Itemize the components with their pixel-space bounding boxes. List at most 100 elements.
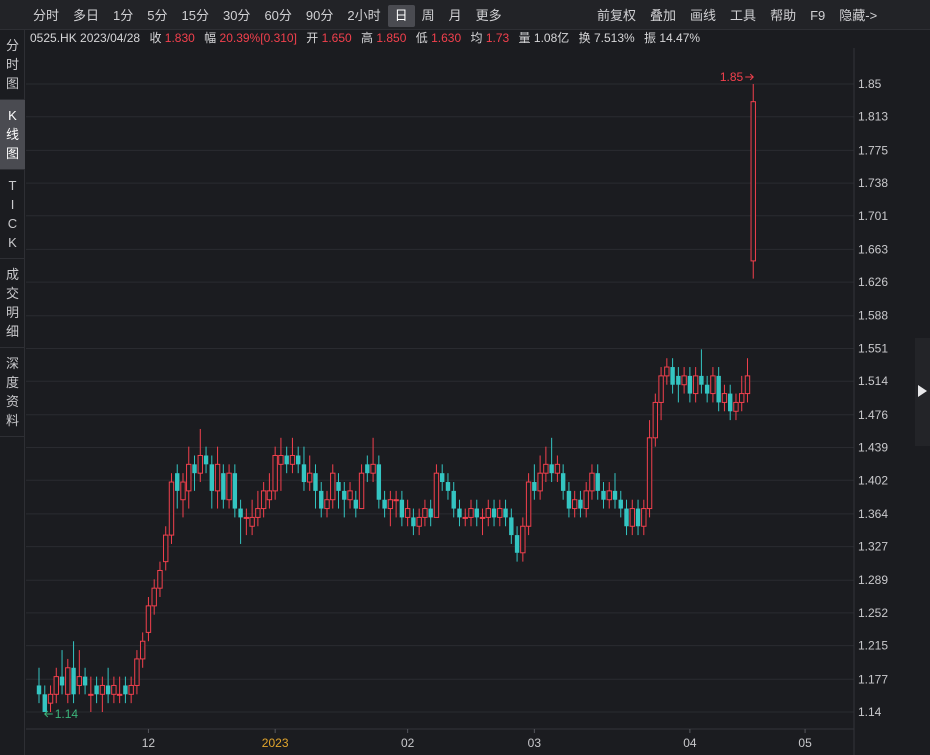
- avg-label: 均: [470, 31, 483, 45]
- candle-body-down: [353, 499, 358, 509]
- high-value: 1.850: [376, 31, 407, 45]
- period-tab-4[interactable]: 15分: [175, 5, 216, 27]
- low-label: 低: [415, 31, 428, 45]
- swing-value: 14.47%: [659, 31, 701, 45]
- tool-tab-5[interactable]: F9: [803, 5, 832, 27]
- y-tick-label: 1.85: [858, 77, 882, 91]
- tool-tabs: 前复权 叠加 画线 工具 帮助 F9 隐藏->: [590, 5, 884, 27]
- side-tab-char: 分: [5, 38, 19, 53]
- candle-body-up: [652, 401, 659, 439]
- candle-body-up: [543, 463, 549, 474]
- y-tick-label: 1.588: [858, 309, 888, 323]
- candle-body-up: [266, 490, 273, 501]
- quote-info-bar: 0525.HK 2023/04/28 收 1.830 幅 20.39%[0.31…: [30, 30, 700, 46]
- period-tab-9[interactable]: 日: [387, 5, 415, 27]
- candle-body-down: [336, 482, 341, 491]
- avg-value: 1.73: [485, 31, 510, 45]
- y-tick-label: 1.476: [858, 408, 888, 422]
- period-tab-12[interactable]: 更多: [469, 5, 509, 27]
- tool-tab-2[interactable]: 画线: [683, 5, 723, 27]
- candle-body-down: [428, 508, 433, 518]
- candle-body-down: [704, 384, 710, 394]
- candle-body-up: [462, 516, 468, 519]
- candle-body-down: [549, 464, 554, 474]
- kline-chart[interactable]: 1.85 1.813 1.775 1.738 1.701 1.663 1.626 1.588 1…: [26, 48, 915, 755]
- candle-body-up: [347, 490, 353, 501]
- period-tab-8[interactable]: 2小时: [340, 5, 387, 27]
- swing-label: 振: [644, 31, 657, 45]
- candle-body-up: [416, 516, 422, 527]
- candle-body-down: [411, 517, 416, 527]
- side-tab-3[interactable]: 成交明细: [0, 259, 25, 348]
- side-tab-0[interactable]: 分时图: [0, 30, 25, 100]
- candle-body-up: [111, 684, 117, 695]
- candle-body-up: [168, 481, 175, 536]
- candle-body-down: [503, 508, 508, 518]
- amp-label: 幅: [204, 31, 217, 45]
- candle-body-down: [699, 375, 704, 385]
- candle-body-down: [618, 499, 623, 509]
- side-tab-char: 交: [5, 286, 19, 301]
- candle-body-down: [509, 517, 514, 536]
- candle-body-down: [635, 508, 641, 527]
- x-tick-label: 2023: [262, 736, 289, 750]
- candle-body-up: [88, 693, 94, 696]
- candle-body-down: [36, 685, 42, 695]
- candle-body-up: [324, 499, 330, 510]
- expand-panel-button[interactable]: [915, 338, 930, 446]
- tool-tab-0[interactable]: 前复权: [590, 5, 643, 27]
- side-tab-char: 时: [5, 57, 19, 72]
- candle-body-down: [232, 473, 238, 509]
- period-tab-0[interactable]: 分时: [26, 5, 66, 27]
- candle-body-up: [99, 684, 106, 695]
- candle-body-up: [681, 375, 687, 386]
- period-tab-2[interactable]: 1分: [106, 5, 140, 27]
- period-tab-1[interactable]: 多日: [66, 5, 106, 27]
- tool-tab-6[interactable]: 隐藏->: [832, 5, 884, 27]
- candle-body-down: [221, 473, 226, 500]
- candle-body-up: [750, 101, 756, 262]
- side-tab-char: 成: [5, 267, 19, 282]
- candle-body-up: [289, 454, 296, 465]
- period-tab-5[interactable]: 30分: [216, 5, 257, 27]
- side-tab-char: 度: [5, 375, 19, 390]
- candle-body-up: [145, 605, 152, 633]
- y-tick-label: 1.215: [858, 639, 888, 653]
- candle-body-up: [404, 508, 411, 518]
- candle-body-up: [134, 658, 140, 686]
- period-tab-10[interactable]: 周: [415, 5, 442, 27]
- candle-body-up: [278, 454, 284, 465]
- side-tab-char: C: [7, 216, 18, 231]
- candle-body-up: [739, 393, 745, 403]
- candle-body-down: [474, 508, 479, 518]
- side-tab-char: 资: [5, 394, 19, 409]
- period-tabs: 分时 多日 1分 5分 15分 30分 60分 90分 2小时日周月更多: [26, 5, 509, 27]
- side-tab-1[interactable]: K线图: [0, 100, 25, 170]
- side-tab-char: 料: [5, 413, 19, 428]
- candle-body-down: [301, 464, 307, 483]
- candle-body-up: [583, 490, 589, 510]
- tool-tab-4[interactable]: 帮助: [763, 5, 803, 27]
- candle-body-up: [525, 481, 532, 527]
- candle-body-up: [554, 463, 561, 474]
- period-tab-11[interactable]: 月: [442, 5, 469, 27]
- period-tab-7[interactable]: 90分: [299, 5, 340, 27]
- y-tick-label: 1.327: [858, 540, 888, 554]
- y-tick-label: 1.626: [858, 275, 888, 289]
- candle-body-down: [59, 676, 65, 686]
- candle-body-up: [641, 508, 647, 527]
- period-tab-3[interactable]: 5分: [140, 5, 174, 27]
- candle-body-down: [313, 473, 318, 491]
- candle-body-up: [330, 472, 336, 501]
- tool-tab-3[interactable]: 工具: [723, 5, 763, 27]
- candle-body-up: [260, 490, 267, 510]
- tool-tab-1[interactable]: 叠加: [643, 5, 683, 27]
- candle-body-down: [382, 499, 387, 509]
- period-tab-6[interactable]: 60分: [257, 5, 298, 27]
- side-tab-2[interactable]: TICK: [0, 170, 25, 259]
- candle-body-up: [485, 508, 491, 518]
- candle-body-down: [399, 499, 405, 518]
- side-tab-4[interactable]: 深度资料: [0, 348, 25, 437]
- amp-value: 20.39%[0.310]: [219, 31, 297, 45]
- candle-body-up: [76, 676, 83, 686]
